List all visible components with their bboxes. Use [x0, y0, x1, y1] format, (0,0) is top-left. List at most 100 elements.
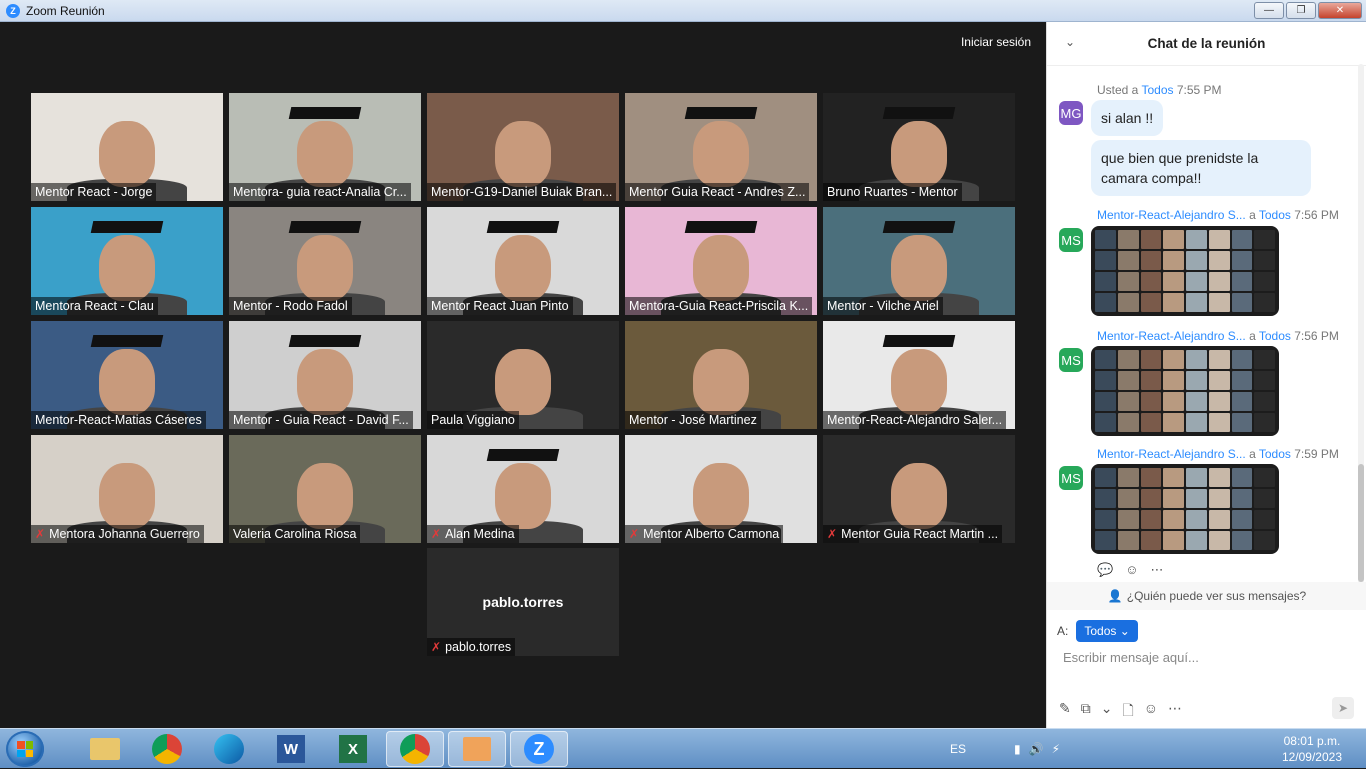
video-tile[interactable]: Mentor Guia React - Andres Z... — [625, 93, 817, 201]
thumbnail-cell — [1186, 413, 1207, 432]
chevron-down-icon[interactable]: ⌄ — [1065, 35, 1075, 49]
message-input[interactable]: Escribir mensaje aquí... — [1063, 650, 1199, 665]
screenshot-icon[interactable]: ⧉ — [1081, 700, 1091, 724]
chevron-down-icon[interactable]: ⌄ — [1101, 700, 1113, 724]
recipient-link[interactable]: Todos — [1259, 447, 1291, 461]
sender-name[interactable]: Mentor-React-Alejandro S... — [1097, 447, 1246, 461]
who-can-see-label: ¿Quién puede ver sus mensajes? — [1126, 589, 1307, 603]
participant-face — [495, 235, 551, 301]
zoom-icon[interactable]: Z — [510, 731, 568, 767]
thumbnail-cell — [1140, 489, 1162, 508]
volume-icon[interactable]: 🔊 — [1029, 742, 1044, 756]
thumbnail-cell — [1163, 230, 1184, 249]
chat-panel: ⌄ Chat de la reunión Usted a Todos 7:55 … — [1046, 22, 1366, 728]
system-clock[interactable]: 08:01 p.m. 12/09/2023 — [1282, 733, 1342, 765]
video-tile[interactable]: Mentora- guia react-Analia Cr... — [229, 93, 421, 201]
format-icon[interactable]: ✎ — [1059, 700, 1071, 724]
video-tile[interactable]: Mentor React - Jorge — [31, 93, 223, 201]
video-tile[interactable]: Mentor - Vilche Ariel — [823, 207, 1015, 315]
sender-name[interactable]: Mentor-React-Alejandro S... — [1097, 208, 1246, 222]
video-tile[interactable]: Mentor - Rodo Fadol — [229, 207, 421, 315]
participant-face — [891, 121, 947, 187]
restore-button[interactable]: ❐ — [1286, 2, 1316, 19]
participant-name-bar: Mentor React - Jorge — [31, 183, 157, 201]
start-button[interactable] — [6, 731, 44, 767]
more-options-icon[interactable]: ⋯ — [1150, 562, 1163, 578]
thumbnail-cell — [1208, 293, 1230, 312]
contact-card-icon[interactable] — [448, 731, 506, 767]
shared-screenshot-image[interactable] — [1091, 346, 1279, 436]
chat-bubble: si alan !! — [1091, 100, 1164, 136]
participant-name: Mentor-React-Alejandro Saler... — [827, 413, 1003, 427]
thumbnail-cell — [1140, 293, 1162, 312]
signin-button[interactable]: Iniciar sesión — [961, 35, 1031, 49]
thumbnail-cell — [1208, 392, 1230, 411]
chat-toolbar: ✎ ⧉ ⌄ 🗋 ☺ ⋯ — [1059, 700, 1182, 724]
sender-name[interactable]: Mentor-React-Alejandro S... — [1097, 329, 1246, 343]
video-tile[interactable]: Mentor-React-Matias Cáseres — [31, 321, 223, 429]
file-icon[interactable]: 🗋 — [1122, 700, 1133, 724]
minimize-button[interactable]: — — [1254, 2, 1284, 19]
video-tile[interactable]: Mentora-Guia React-Priscila K... — [625, 207, 817, 315]
who-can-see-link[interactable]: 👤 ¿Quién puede ver sus mensajes? — [1047, 582, 1366, 610]
word-icon[interactable]: W — [262, 731, 320, 767]
edge-icon[interactable] — [200, 731, 258, 767]
video-tile[interactable]: ✗ Alan Medina — [427, 435, 619, 543]
graduation-cap-icon — [288, 221, 362, 233]
taskbar: W X Z ES ▮ 🔊 ⚡ 08:01 p.m. 12/09/2023 — [0, 728, 1366, 768]
thumbnail-cell — [1186, 350, 1207, 369]
thumbnail-cell — [1254, 413, 1275, 432]
shared-screenshot-image[interactable] — [1091, 226, 1279, 316]
video-tile[interactable]: Bruno Ruartes - Mentor — [823, 93, 1015, 201]
network-icon[interactable]: ▮ — [1014, 742, 1021, 756]
more-icon[interactable]: ⋯ — [1168, 700, 1182, 724]
chat-header: ⌄ Chat de la reunión — [1047, 22, 1366, 66]
send-button[interactable]: ➤ — [1332, 697, 1354, 719]
thumbnail-cell — [1254, 468, 1275, 487]
chrome-icon[interactable] — [138, 731, 196, 767]
scrollbar-thumb[interactable] — [1358, 464, 1364, 582]
video-tile[interactable]: Mentor-G19-Daniel Buiak Bran... — [427, 93, 619, 201]
thumbnail-cell — [1117, 468, 1139, 487]
emoji-icon[interactable]: ☺ — [1144, 700, 1158, 724]
video-tile[interactable]: ✗ Mentor Alberto Carmona — [625, 435, 817, 543]
thumbnail-cell — [1186, 230, 1207, 249]
message-time: 7:56 PM — [1294, 329, 1339, 343]
excel-icon[interactable]: X — [324, 731, 382, 767]
shared-screenshot-image[interactable] — [1091, 464, 1279, 554]
thumbnail-cell — [1231, 392, 1253, 411]
video-tile[interactable]: ✗ Mentora Johanna Guerrero — [31, 435, 223, 543]
participant-name: Valeria Carolina Riosa — [233, 527, 357, 541]
chrome-profile-icon[interactable] — [386, 731, 444, 767]
graduation-cap-icon — [486, 221, 560, 233]
recipient-link[interactable]: Todos — [1259, 329, 1291, 343]
close-button[interactable]: ✕ — [1318, 2, 1362, 19]
recipient-dropdown[interactable]: Todos ⌄ — [1076, 620, 1138, 642]
video-tile[interactable]: Mentor React Juan Pinto — [427, 207, 619, 315]
chat-scrollbar[interactable] — [1358, 64, 1364, 584]
participant-name-bar: ✗ Mentor Alberto Carmona — [625, 525, 784, 543]
video-tile[interactable]: Mentor - José Martinez — [625, 321, 817, 429]
power-icon[interactable]: ⚡ — [1052, 742, 1060, 756]
video-tile-pablo-torres[interactable]: pablo.torres ✗ pablo.torres — [427, 548, 619, 656]
video-tile[interactable]: Mentor - Guia React - David F... — [229, 321, 421, 429]
video-tile[interactable]: Paula Viggiano — [427, 321, 619, 429]
video-tile[interactable]: Mentor-React-Alejandro Saler... — [823, 321, 1015, 429]
muted-mic-icon: ✗ — [431, 527, 442, 541]
video-tile[interactable]: Mentora React - Clau — [31, 207, 223, 315]
recipient-link[interactable]: Todos — [1141, 83, 1173, 97]
reply-icon[interactable]: 💬 — [1097, 562, 1113, 578]
language-indicator[interactable]: ES — [950, 742, 966, 756]
participant-face — [693, 463, 749, 529]
emoji-reaction-icon[interactable]: ☺ — [1125, 562, 1138, 578]
file-explorer-icon[interactable] — [76, 731, 134, 767]
participant-face — [891, 463, 947, 529]
muted-mic-icon: ✗ — [827, 527, 838, 541]
recipient-link[interactable]: Todos — [1259, 208, 1291, 222]
graduation-cap-icon — [882, 221, 956, 233]
thumbnail-cell — [1163, 531, 1184, 550]
thumbnail-cell — [1163, 293, 1184, 312]
video-tile[interactable]: ✗ Mentor Guia React Martin ... — [823, 435, 1015, 543]
video-tile[interactable]: Valeria Carolina Riosa — [229, 435, 421, 543]
thumbnail-cell — [1186, 489, 1207, 508]
